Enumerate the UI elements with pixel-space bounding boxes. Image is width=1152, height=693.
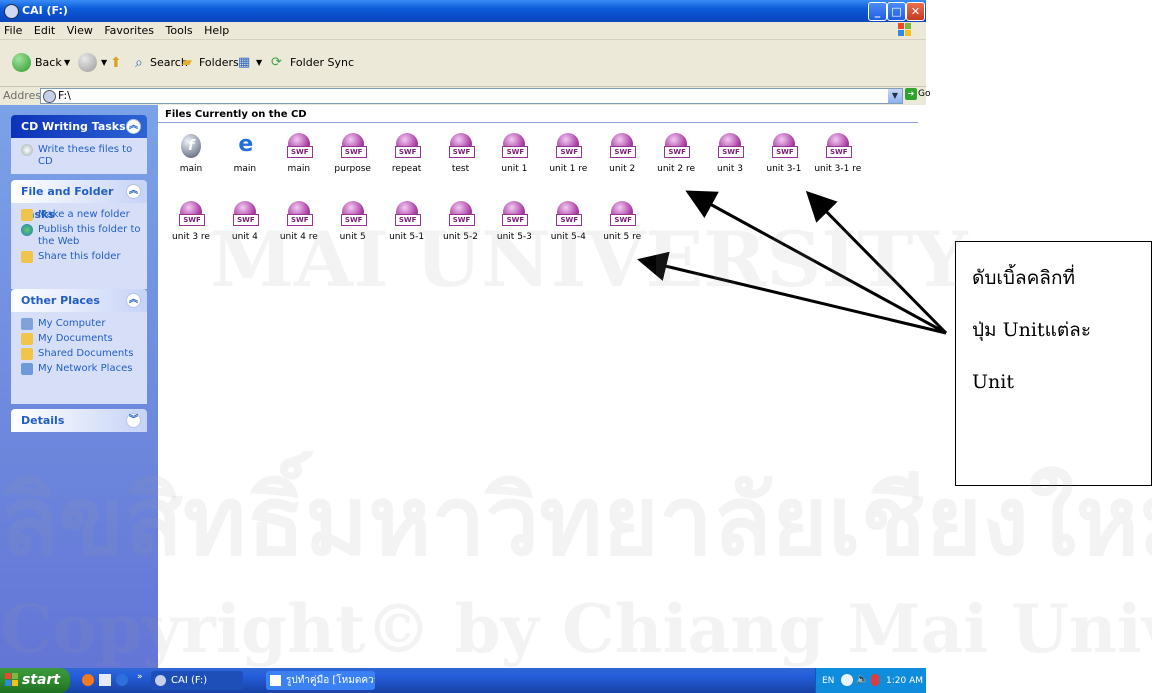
arrow-to-unit-3-1 bbox=[805, 190, 948, 335]
instruction-callout: ดับเบิ้ลคลิกที่ ปุ่ม Unitแต่ละ Unit bbox=[955, 241, 1152, 486]
callout-line: ปุ่ม Unitแต่ละ bbox=[972, 319, 1092, 341]
arrow-to-unit-5-re bbox=[637, 251, 947, 335]
callout-line: ดับเบิ้ลคลิกที่ bbox=[972, 267, 1075, 289]
callout-line: Unit bbox=[972, 371, 1014, 393]
arrow-to-unit-2-re bbox=[685, 190, 947, 335]
